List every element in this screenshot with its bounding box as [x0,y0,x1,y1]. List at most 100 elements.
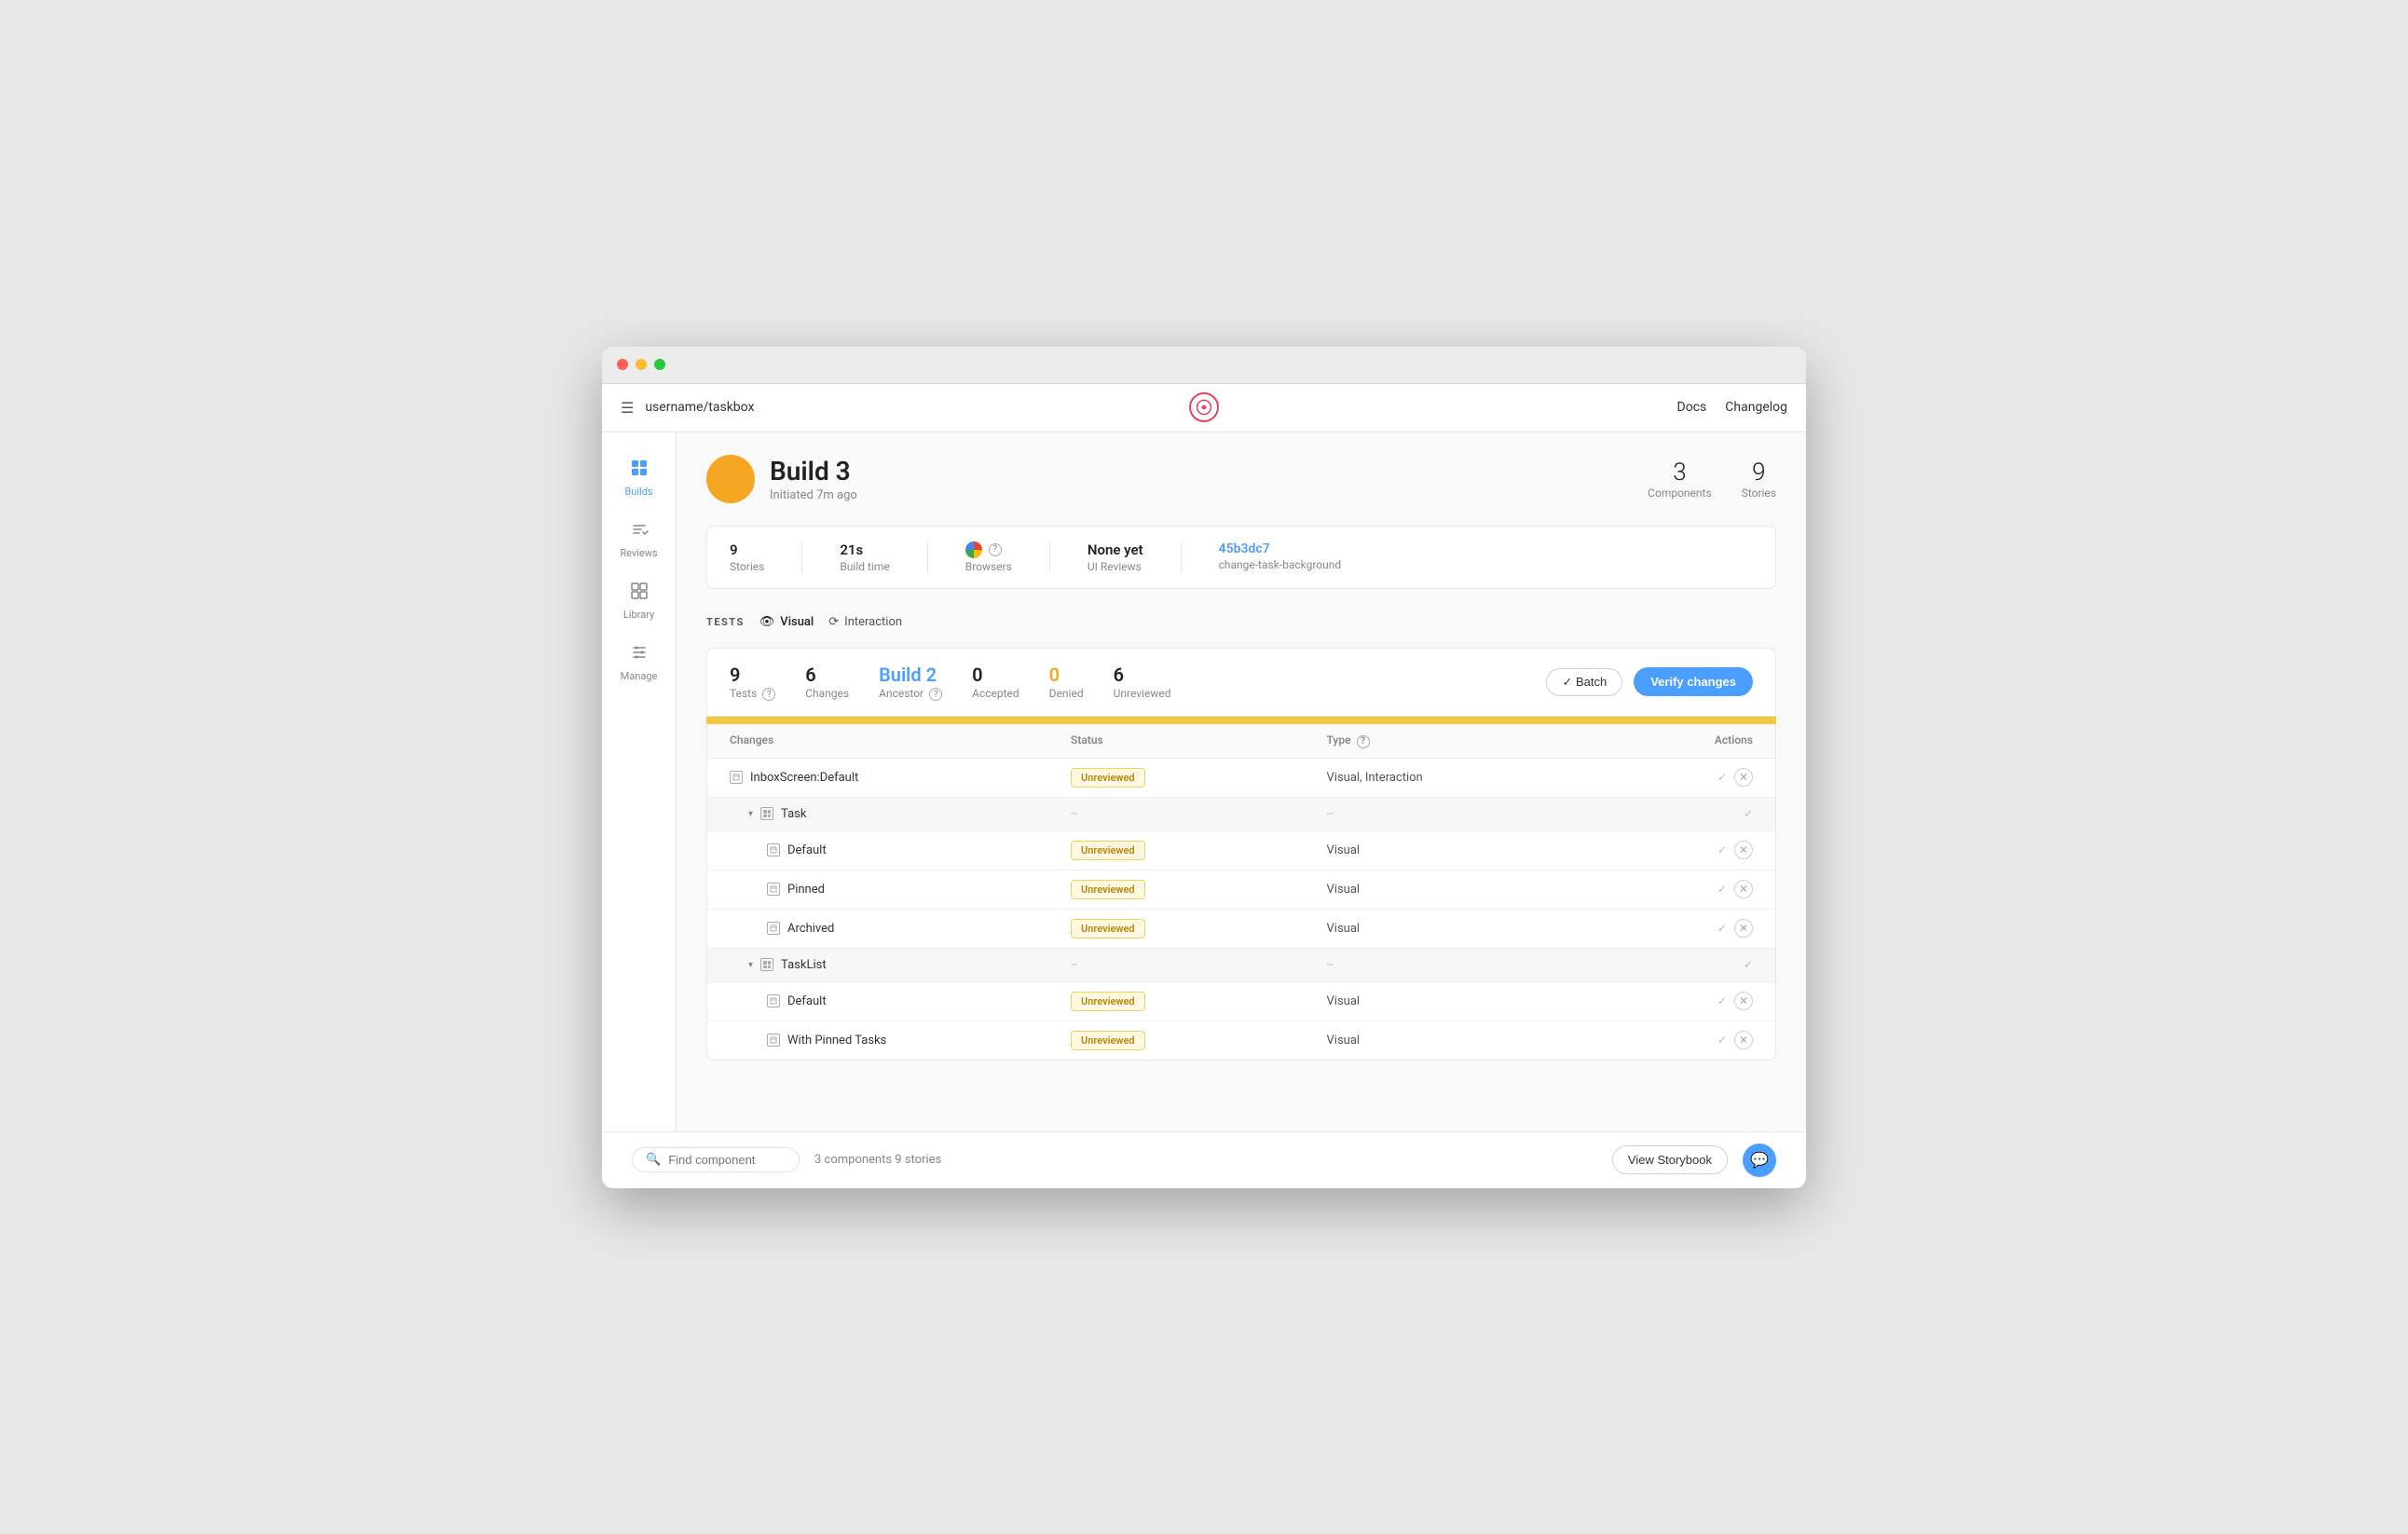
accept-icon-0[interactable]: ✓ [1717,771,1727,784]
build-stats: 3 Components 9 Stories [1648,459,1776,500]
chevron-icon-1[interactable]: ▾ [748,809,753,819]
divider-2 [927,541,928,573]
row-actions-6: ✓ ✕ [1582,992,1753,1010]
view-storybook-button[interactable]: View Storybook [1612,1145,1728,1174]
row-7-name: With Pinned Tasks [787,1034,886,1048]
accepted-label: Accepted [972,687,1019,700]
app-window: ☰ username/taskbox Docs Changelog [602,347,1806,1188]
deny-icon-6[interactable]: ✕ [1734,992,1753,1010]
accept-icon-5[interactable]: ✓ [1744,958,1753,971]
row-6-name: Default [787,994,827,1008]
deny-icon-3[interactable]: ✕ [1734,880,1753,898]
row-type-3: Visual [1327,883,1583,897]
stats-bar: 9 Stories 21s Build time ? Browsers [706,526,1776,589]
stories-label: Stories [1742,486,1776,500]
accept-icon-4[interactable]: ✓ [1717,922,1727,935]
deny-icon-7[interactable]: ✕ [1734,1031,1753,1049]
row-type-5: -- [1327,958,1583,972]
sidebar-item-manage[interactable]: Manage [608,636,671,690]
batch-button[interactable]: ✓ Batch [1546,668,1622,696]
sidebar-item-builds[interactable]: Builds [608,451,671,505]
top-navigation: ☰ username/taskbox Docs Changelog [602,384,1806,432]
accept-icon-6[interactable]: ✓ [1717,994,1727,1007]
denied-count: 0 [1049,664,1084,686]
row-status-5: -- [1071,958,1327,972]
divider-1 [801,541,802,573]
visual-tab-label: Visual [780,615,814,629]
build-stat-components: 3 Components [1648,459,1712,500]
test-stat-accepted: 0 Accepted [972,664,1019,700]
minimize-button[interactable] [636,359,647,370]
stories-stat-label: Stories [730,560,764,573]
accepted-count: 0 [972,664,1019,686]
status-badge-3: Unreviewed [1071,880,1145,899]
accept-icon-2[interactable]: ✓ [1717,843,1727,856]
story-icon-2 [767,843,780,856]
row-name-3: Pinned [730,883,1071,897]
stories-value: 9 [730,541,764,558]
stat-stories: 9 Stories [730,541,764,573]
library-icon [630,582,649,605]
browsers-label: Browsers [965,560,1012,573]
sidebar: Builds Reviews [602,432,677,1131]
changelog-link[interactable]: Changelog [1725,400,1787,415]
stat-ui-reviews: None yet UI Reviews [1088,541,1143,573]
row-type-4: Visual [1327,922,1583,936]
breadcrumb: username/taskbox [645,400,754,415]
chat-button[interactable]: 💬 [1743,1144,1776,1177]
story-icon-3 [767,883,780,896]
test-stat-ancestor: Build 2 Ancestor ? [879,664,942,702]
row-actions-4: ✓ ✕ [1582,919,1753,938]
tests-count: 9 [730,664,775,686]
verify-changes-button[interactable]: Verify changes [1634,667,1753,696]
search-input[interactable] [668,1153,786,1167]
tests-section-title: TESTS [706,616,745,628]
row-type-2: Visual [1327,843,1583,857]
accept-icon-7[interactable]: ✓ [1717,1034,1727,1047]
col-header-actions: Actions [1582,733,1753,748]
accept-icon-1[interactable]: ✓ [1744,807,1753,820]
row-status-4: Unreviewed [1071,919,1327,938]
row-actions-2: ✓ ✕ [1582,841,1753,859]
components-label: Components [1648,486,1712,500]
deny-icon-0[interactable]: ✕ [1734,768,1753,787]
titlebar [602,347,1806,384]
tests-help-icon[interactable]: ? [762,688,775,701]
tab-visual[interactable]: 👁 Visual [759,611,814,633]
test-stats-bar: 9 Tests ? 6 Changes Build 2 Ancestor ? [706,648,1776,718]
menu-icon[interactable]: ☰ [621,399,634,417]
col-header-type: Type ? [1327,733,1583,748]
tests-header: TESTS 👁 Visual ⟳ Interaction [706,611,1776,633]
stat-commit: 45b3dc7 change-task-background [1219,541,1342,573]
sidebar-item-reviews[interactable]: Reviews [608,513,671,567]
row-status-2: Unreviewed [1071,841,1327,860]
maximize-button[interactable] [654,359,665,370]
table-row: Pinned Unreviewed Visual ✓ ✕ [707,870,1775,910]
changes-table: Changes Status Type ? Actions [706,724,1776,1061]
sidebar-item-library[interactable]: Library [608,574,671,628]
yellow-banner [706,717,1776,724]
search-box[interactable]: 🔍 [632,1147,800,1172]
browsers-help-icon[interactable]: ? [989,543,1002,556]
library-label: Library [623,609,654,621]
close-button[interactable] [617,359,628,370]
row-status-3: Unreviewed [1071,880,1327,899]
tab-interaction[interactable]: ⟳ Interaction [828,611,902,633]
accept-icon-3[interactable]: ✓ [1717,883,1727,896]
col-header-changes: Changes [730,733,1071,748]
col-header-status: Status [1071,733,1327,748]
deny-icon-2[interactable]: ✕ [1734,841,1753,859]
row-name-4: Archived [730,922,1071,936]
deny-icon-4[interactable]: ✕ [1734,919,1753,938]
commit-hash[interactable]: 45b3dc7 [1219,541,1342,556]
ancestor-link[interactable]: Build 2 [879,664,942,686]
type-help-icon[interactable]: ? [1357,735,1370,748]
docs-link[interactable]: Docs [1677,400,1707,415]
build-stat-stories: 9 Stories [1742,459,1776,500]
status-badge-0: Unreviewed [1071,768,1145,788]
build-header: Build 3 Initiated 7m ago 3 Components 9 … [706,455,1776,503]
ancestor-help-icon[interactable]: ? [929,688,942,701]
visual-tab-icon: 👁 [759,615,775,629]
chevron-icon-5[interactable]: ▾ [748,960,753,970]
stat-browsers: ? Browsers [965,541,1012,573]
